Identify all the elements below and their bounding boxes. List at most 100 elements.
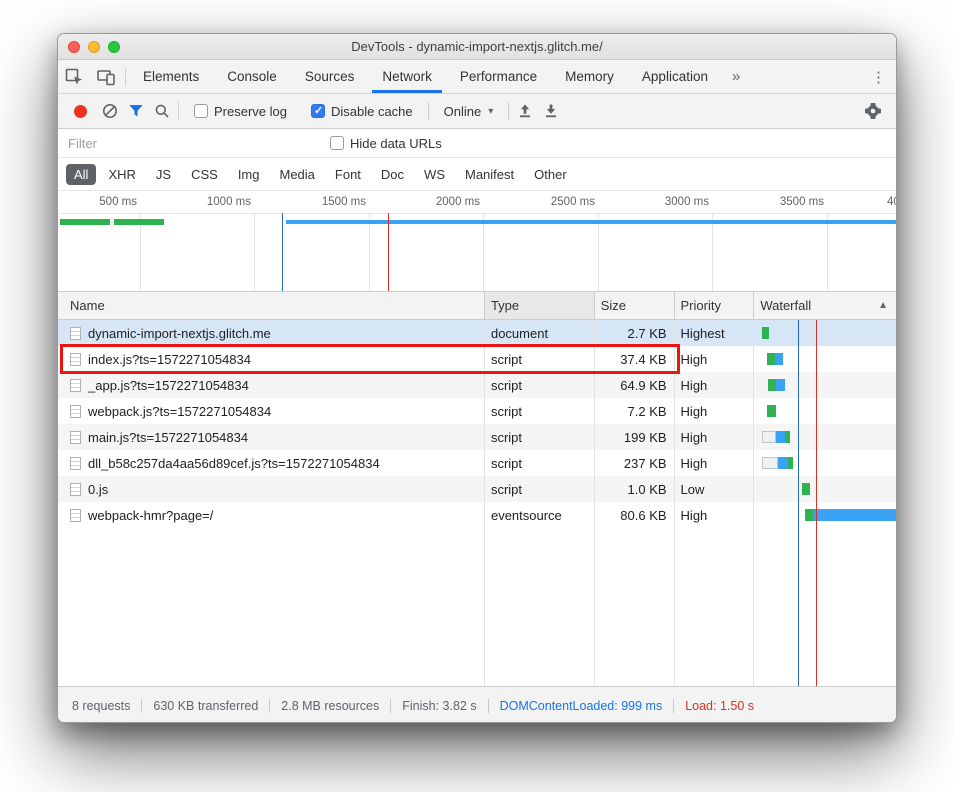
table-row-webpack-js[interactable]: webpack.js?ts=1572271054834 script 7.2 K… [58,398,896,424]
waterfall-bar [785,431,790,443]
cell-priority: High [675,502,755,528]
chevron-down-icon: ▾ [488,106,493,117]
preserve-log-checkbox[interactable]: Preserve log [194,104,287,119]
funnel-filter-icon [128,104,144,118]
tab-label: Network [382,69,432,84]
empty-cell [485,528,595,686]
table-empty-area [58,528,896,686]
cell-type: script [485,476,595,502]
tabbar-separator [125,68,126,86]
cell-name: _app.js?ts=1572271054834 [58,372,485,398]
devtools-window: DevTools - dynamic-import-nextjs.glitch.… [57,33,897,723]
file-icon [70,509,81,522]
gridline [483,213,484,291]
disable-cache-label: Disable cache [331,104,413,119]
cell-waterfall [754,476,896,502]
more-tabs-button[interactable]: » [722,60,750,93]
waterfall-bar [767,405,776,417]
cell-size: 199 KB [595,424,675,450]
filter-toggle-button[interactable] [123,98,149,124]
load-marker-line [816,320,817,686]
filter-pill-css[interactable]: CSS [183,164,226,185]
tick-label: 3000 ms [662,196,709,208]
record-network-log-button[interactable] [74,105,87,118]
cell-size: 237 KB [595,450,675,476]
table-row-0-js[interactable]: 0.js script 1.0 KB Low [58,476,896,502]
request-name: index.js?ts=1572271054834 [88,352,251,367]
tab-elements[interactable]: Elements [129,60,213,93]
import-har-button[interactable] [512,98,538,124]
status-separator [488,699,489,713]
export-har-button[interactable] [538,98,564,124]
table-row-main-js[interactable]: main.js?ts=1572271054834 script 199 KB H… [58,424,896,450]
filter-pill-all[interactable]: All [66,164,96,185]
tick-label: 1500 ms [319,196,366,208]
tab-memory[interactable]: Memory [551,60,628,93]
cell-name: index.js?ts=1572271054834 [58,346,485,372]
devtools-menu-button[interactable]: ⋮ [861,60,896,93]
toggle-device-toolbar-button[interactable] [90,60,122,93]
tab-application[interactable]: Application [628,60,722,93]
column-header-type[interactable]: Type [485,292,595,319]
tab-performance[interactable]: Performance [446,60,551,93]
search-icon [154,103,170,119]
cell-priority: High [675,398,755,424]
load-time: Load: 1.50 s [685,699,754,713]
tab-sources[interactable]: Sources [291,60,369,93]
filter-pill-doc[interactable]: Doc [373,164,412,185]
tab-label: Application [642,69,708,84]
cell-priority: High [675,346,755,372]
column-header-size[interactable]: Size [595,292,675,319]
transferred-size: 630 KB transferred [153,699,258,713]
clear-network-log-button[interactable] [97,98,123,124]
filter-pill-img[interactable]: Img [230,164,268,185]
overview-request-bar [60,219,110,225]
table-row-document[interactable]: dynamic-import-nextjs.glitch.me document… [58,320,896,346]
upload-icon [517,103,533,119]
table-row-webpack-hmr[interactable]: webpack-hmr?page=/ eventsource 80.6 KB H… [58,502,896,528]
cell-size: 1.0 KB [595,476,675,502]
cell-priority: High [675,372,755,398]
network-overview-timeline[interactable]: 500 ms 1000 ms 1500 ms 2000 ms 2500 ms 3… [58,191,896,292]
desktop-background: DevTools - dynamic-import-nextjs.glitch.… [0,0,953,792]
empty-cell [58,528,485,686]
tab-console[interactable]: Console [213,60,291,93]
column-header-label: Waterfall [760,298,811,313]
requests-count: 8 requests [72,699,130,713]
disable-cache-checkbox[interactable]: Disable cache [311,104,413,119]
waterfall-bar [762,327,769,339]
inspect-element-button[interactable] [58,60,90,93]
filter-pill-ws[interactable]: WS [416,164,453,185]
table-row-index-js[interactable]: index.js?ts=1572271054834 script 37.4 KB… [58,346,896,372]
cell-type: script [485,372,595,398]
domcontentloaded-marker-line [798,320,799,686]
hide-data-urls-checkbox[interactable]: Hide data URLs [330,136,442,151]
filter-pill-font[interactable]: Font [327,164,369,185]
filter-pill-js[interactable]: JS [148,164,179,185]
column-header-name[interactable]: Name [58,292,485,319]
waterfall-bar [762,431,776,443]
request-name: dynamic-import-nextjs.glitch.me [88,326,271,341]
search-network-button[interactable] [149,98,175,124]
cell-size: 37.4 KB [595,346,675,372]
empty-cell [595,528,675,686]
cell-name: dll_b58c257da4aa56d89cef.js?ts=157227105… [58,450,485,476]
filter-pill-other[interactable]: Other [526,164,575,185]
tab-label: Console [227,69,277,84]
table-row-app-js[interactable]: _app.js?ts=1572271054834 script 64.9 KB … [58,372,896,398]
throttling-dropdown[interactable]: Online ▾ [444,104,494,119]
clear-icon [102,103,118,119]
filter-input[interactable] [68,136,268,151]
filter-pill-media[interactable]: Media [271,164,322,185]
filter-pill-xhr[interactable]: XHR [100,164,143,185]
column-header-waterfall[interactable]: Waterfall ▲ [754,292,896,319]
domcontentloaded-marker-line [282,213,283,291]
filter-pill-manifest[interactable]: Manifest [457,164,522,185]
tab-network[interactable]: Network [368,60,446,93]
column-header-priority[interactable]: Priority [675,292,755,319]
file-icon [70,431,81,444]
network-settings-button[interactable] [860,98,886,124]
cell-waterfall [754,320,896,346]
table-row-dll-js[interactable]: dll_b58c257da4aa56d89cef.js?ts=157227105… [58,450,896,476]
column-header-label: Size [601,298,626,313]
